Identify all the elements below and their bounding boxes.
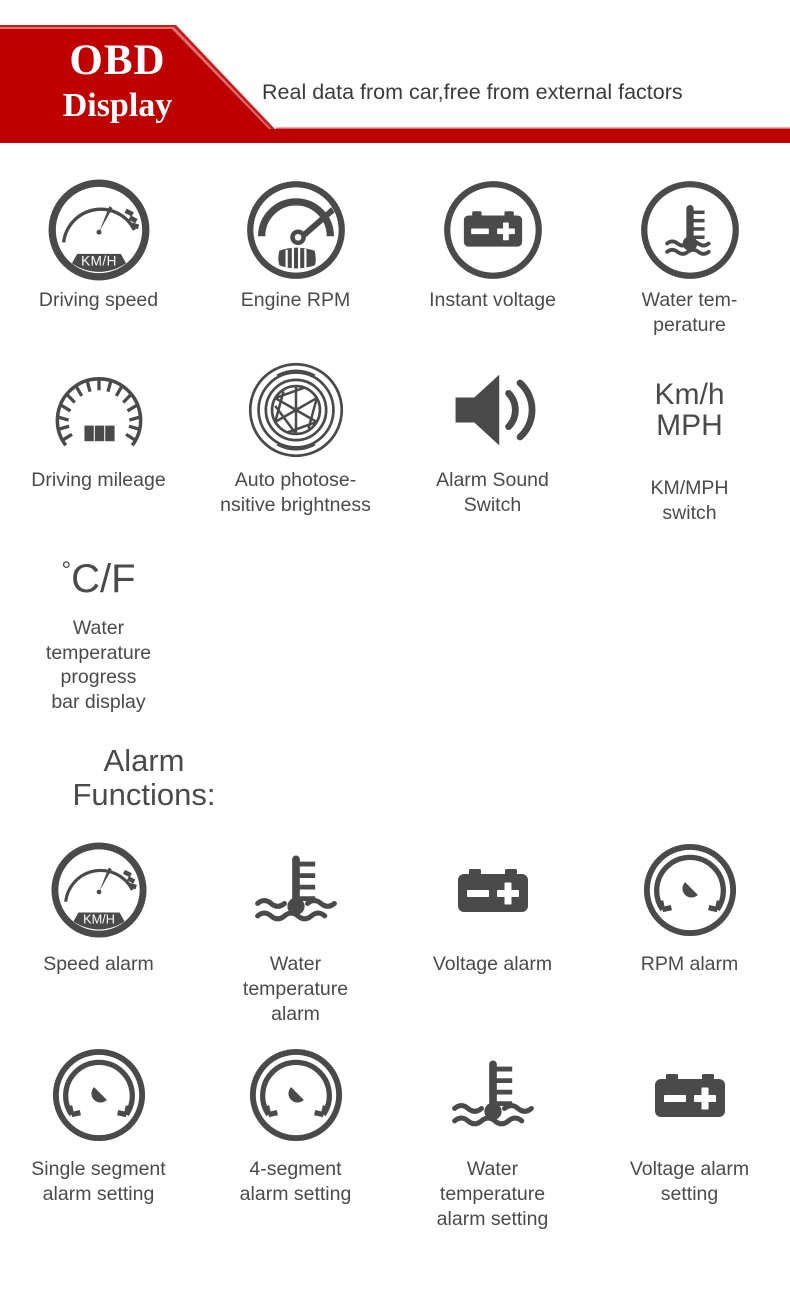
alarm-row-2: Single segment alarm setting 4-segment a… <box>0 1039 790 1232</box>
feature-instant-voltage: Instant voltage <box>394 178 591 338</box>
feature-km-mph-switch: Km/h MPH KM/MPH switch <box>591 358 788 526</box>
alarm-functions-heading: Alarm Functions: <box>0 744 274 812</box>
km-mph-line-1: Km/h <box>654 378 725 411</box>
feature-alarm-sound-switch: Alarm Sound Switch <box>394 358 591 526</box>
speedometer-kmh-icon: KM/H <box>47 178 151 282</box>
alarm-speed: KM/H Speed alarm <box>0 834 197 1027</box>
alarm-single-segment-setting: Single segment alarm setting <box>0 1039 197 1232</box>
feature-row-2: Driving mileage Auto photose- nsitive br… <box>0 358 790 526</box>
feature-water-temperature: Water tem- perature <box>591 178 788 338</box>
km-mph-line-2: MPH <box>656 409 723 442</box>
alarm-heading-line-2: Functions: <box>72 777 216 812</box>
alarm-row-1: KM/H Speed alarm Water temperature alarm… <box>0 834 790 1027</box>
alarm-label: Water temperature alarm <box>242 953 349 1025</box>
feature-water-temp-unit: °C/F Water temperature progress bar disp… <box>0 548 197 714</box>
feature-engine-rpm: Engine RPM <box>197 178 394 338</box>
alarm-label: 4-segment alarm setting <box>239 1158 352 1205</box>
alarm-rpm: RPM alarm <box>591 834 788 1027</box>
feature-label: Auto photose- nsitive brightness <box>220 469 371 516</box>
speaker-sound-icon <box>441 358 545 462</box>
car-battery-icon <box>640 1039 740 1151</box>
feature-driving-mileage: Driving mileage <box>0 358 197 526</box>
km-mph-text-icon: Km/h MPH <box>654 358 724 462</box>
water-temperature-icon <box>445 1039 541 1151</box>
feature-auto-photosensitive: Auto photose- nsitive brightness <box>197 358 394 526</box>
feature-label: KM/MPH switch <box>650 477 729 524</box>
rpm-needle-gauge-icon <box>641 834 739 946</box>
alarm-voltage-setting: Voltage alarm setting <box>591 1039 788 1232</box>
water-temperature-icon <box>638 178 742 282</box>
alarm-voltage: Voltage alarm <box>394 834 591 1027</box>
alarm-label: RPM alarm <box>640 953 739 975</box>
speedometer-kmh-icon: KM/H <box>50 834 148 946</box>
alarm-label: Speed alarm <box>43 953 154 975</box>
feature-row-1: KM/H Driving speed Engine RPM Instant vo… <box>0 178 790 338</box>
alarm-water-temperature-setting: Water temperature alarm setting <box>394 1039 591 1232</box>
feature-label: Engine RPM <box>240 289 351 311</box>
header-banner: OBD Display Real data from car,free from… <box>0 0 790 150</box>
engine-rpm-gauge-icon <box>244 178 348 282</box>
alarm-water-temperature: Water temperature alarm <box>197 834 394 1027</box>
feature-label: Driving mileage <box>31 469 166 491</box>
alarm-label: Single segment alarm setting <box>31 1158 166 1205</box>
alarm-heading-line-1: Alarm <box>103 743 185 778</box>
alarm-label: Water temperature alarm setting <box>436 1158 549 1230</box>
alarm-4-segment-setting: 4-segment alarm setting <box>197 1039 394 1232</box>
feature-label: Alarm Sound Switch <box>436 469 549 516</box>
cf-text: C/F <box>71 557 136 601</box>
svg-text:KM/H: KM/H <box>83 911 115 926</box>
feature-label: Driving speed <box>38 289 159 311</box>
header-tagline: Real data from car,free from external fa… <box>262 80 683 104</box>
brand-line-2: Display <box>62 87 173 124</box>
degree-symbol: ° <box>61 557 72 584</box>
feature-label: Water temperature progress bar display <box>45 617 152 713</box>
car-battery-icon <box>443 834 543 946</box>
car-battery-icon <box>441 178 545 282</box>
feature-driving-speed: KM/H Driving speed <box>0 178 197 338</box>
rpm-needle-gauge-icon <box>50 1039 148 1151</box>
feature-label: Water tem- perature <box>641 289 738 336</box>
rpm-needle-gauge-icon <box>247 1039 345 1151</box>
water-temperature-icon <box>248 834 344 946</box>
svg-text:KM/H: KM/H <box>81 253 117 268</box>
alarm-label: Voltage alarm setting <box>629 1158 750 1205</box>
celsius-fahrenheit-icon: °C/F <box>61 548 135 602</box>
aperture-photosensor-icon <box>244 358 348 462</box>
feature-label: Instant voltage <box>429 289 556 311</box>
odometer-mileage-icon <box>47 358 151 462</box>
alarm-label: Voltage alarm <box>432 953 553 975</box>
brand-line-1: OBD <box>69 37 166 84</box>
brand-logo: OBD Display <box>0 38 235 128</box>
